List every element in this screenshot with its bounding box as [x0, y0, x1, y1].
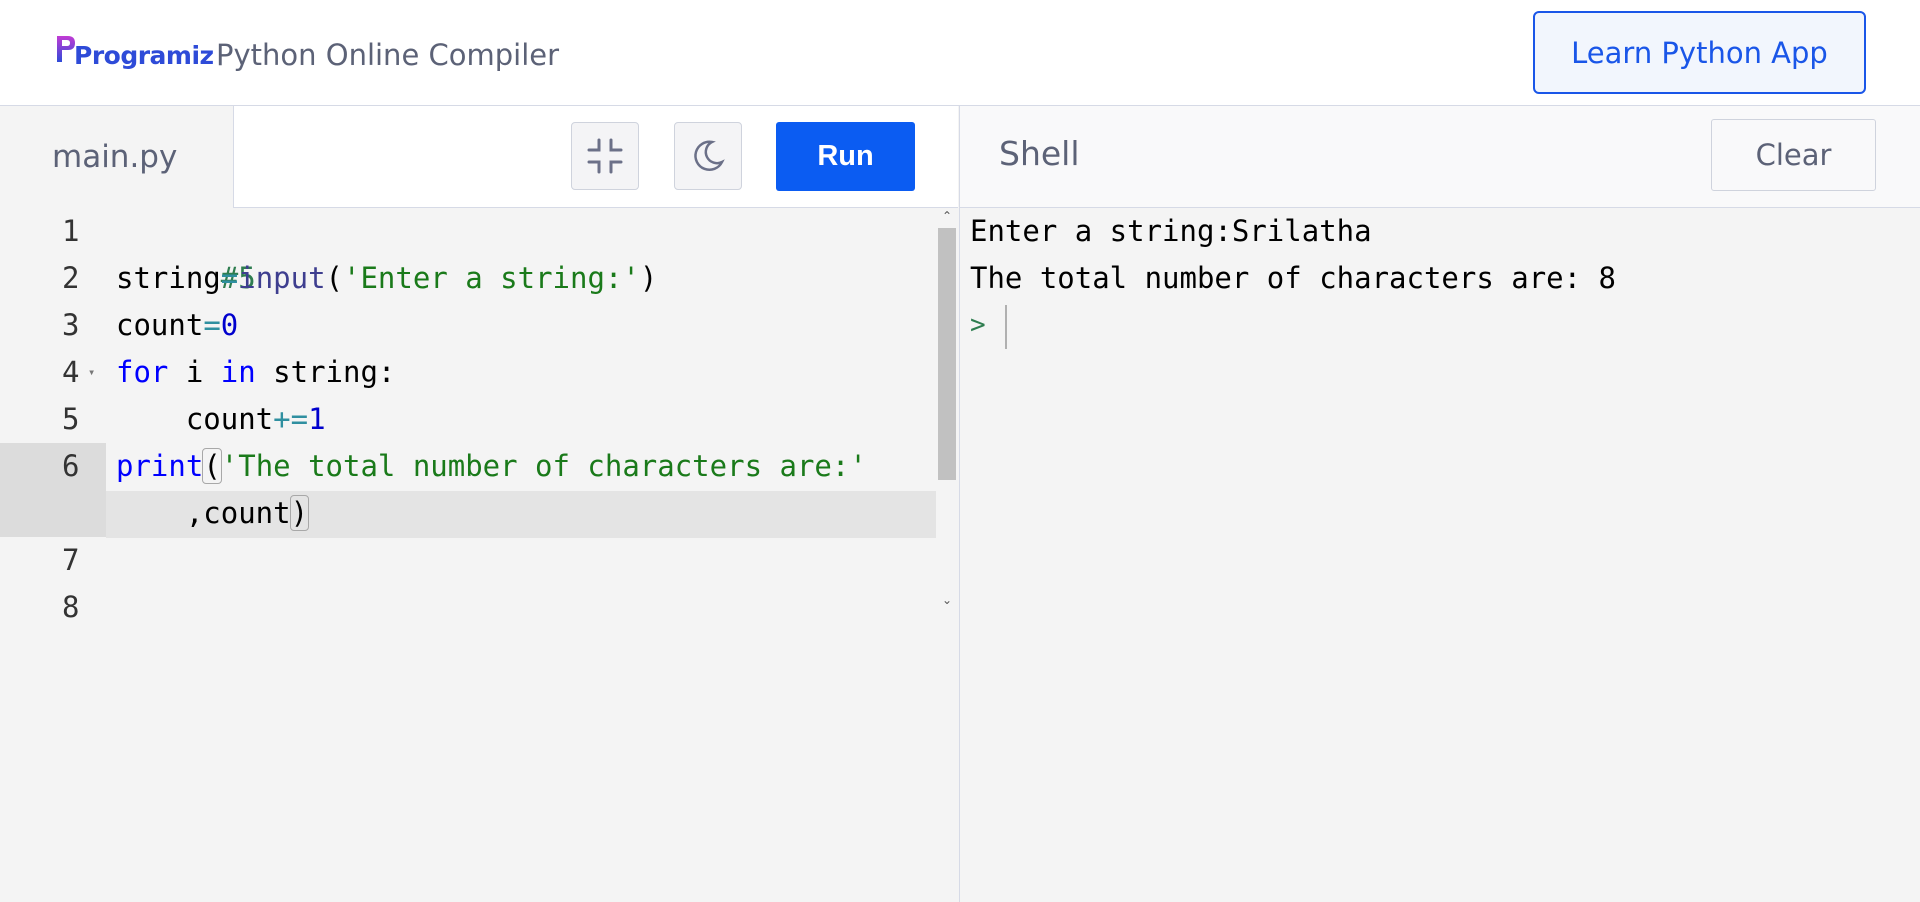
- line-number: 3: [62, 308, 80, 342]
- line-number: 2: [62, 261, 80, 295]
- code-line-2: string=input('Enter a string:'): [116, 255, 657, 302]
- identifier-token: count: [185, 402, 274, 436]
- editor-toolbar: main.py Run: [0, 106, 958, 208]
- builtin-token: input: [238, 261, 326, 295]
- indent-token: [116, 402, 186, 436]
- code-line-1: #5: [116, 208, 256, 295]
- number-token: 0: [220, 308, 239, 342]
- top-header: Programiz Python Online Compiler Learn P…: [0, 0, 1920, 106]
- shell-output-line: Enter a string:Srilatha: [970, 214, 1372, 248]
- line-number: 8: [62, 590, 80, 624]
- shell-output-line: The total number of characters are: 8: [970, 261, 1617, 295]
- code-line-6: print('The total number of characters ar…: [116, 443, 867, 490]
- line-number-gutter: 1 2 3 4 ▾ 5 6 7 8: [0, 208, 106, 624]
- exit-fullscreen-button[interactable]: [571, 122, 639, 190]
- scrollbar-thumb[interactable]: [938, 228, 956, 480]
- line-number-active: 6: [0, 443, 106, 537]
- operator-token: =: [220, 261, 239, 295]
- compress-icon: [587, 138, 623, 174]
- run-button[interactable]: Run: [776, 122, 915, 191]
- moon-icon: [694, 140, 725, 172]
- line-number: 5: [62, 402, 80, 436]
- string-token: 'The total number of characters are:': [220, 449, 867, 483]
- shell-prompt: >: [970, 310, 986, 340]
- scroll-down-icon[interactable]: ⌄: [937, 592, 957, 608]
- code-line-4: for i in string:: [116, 349, 395, 396]
- shell-toolbar: Shell Clear: [959, 106, 1920, 208]
- code-line-3: count=0: [116, 302, 238, 349]
- code-line-5: count+=1: [116, 396, 326, 443]
- shell-input-cursor[interactable]: [1005, 305, 1007, 349]
- shell-title: Shell: [999, 134, 1080, 173]
- matched-bracket: ): [289, 495, 310, 531]
- identifier-token: string:: [255, 355, 396, 389]
- editor-scrollbar[interactable]: ⌃ ⌄: [937, 208, 957, 608]
- logo-text: Programiz: [74, 40, 214, 70]
- clear-button[interactable]: Clear: [1711, 119, 1876, 191]
- identifier-token: i: [168, 355, 221, 389]
- indent-token: [116, 496, 186, 530]
- keyword-token: in: [220, 355, 256, 389]
- operator-token: =: [203, 308, 221, 342]
- file-tab-main-py[interactable]: main.py: [0, 106, 234, 208]
- programiz-logo[interactable]: Programiz: [54, 30, 214, 74]
- app-title: Python Online Compiler: [216, 38, 560, 72]
- identifier-token: ,count: [185, 496, 291, 530]
- string-token: 'Enter a string:': [343, 261, 640, 295]
- code-area[interactable]: #5 string=input('Enter a string:') count…: [106, 208, 936, 608]
- code-editor[interactable]: 1 2 3 4 ▾ 5 6 7 8 #5 string=input('Enter…: [0, 208, 958, 902]
- fold-arrow-icon[interactable]: ▾: [88, 349, 95, 396]
- number-token: 1: [308, 402, 326, 436]
- dark-mode-toggle[interactable]: [674, 122, 742, 190]
- keyword-token: for: [116, 355, 169, 389]
- scroll-up-icon[interactable]: ⌃: [937, 208, 957, 224]
- matched-bracket: (: [202, 448, 222, 484]
- logo-icon: [57, 36, 75, 62]
- learn-python-app-button[interactable]: Learn Python App: [1533, 11, 1866, 94]
- shell-output[interactable]: Enter a string:Srilatha The total number…: [959, 208, 1920, 902]
- identifier-token: count: [116, 308, 204, 342]
- paren-token: (: [325, 261, 344, 295]
- identifier-token: string: [116, 261, 221, 295]
- line-number: 7: [62, 543, 80, 577]
- paren-token: ): [639, 261, 658, 295]
- operator-token: +=: [273, 402, 309, 436]
- builtin-token: print: [116, 449, 204, 483]
- line-number: 1: [62, 214, 80, 248]
- code-line-6-wrap: ,count): [116, 490, 310, 537]
